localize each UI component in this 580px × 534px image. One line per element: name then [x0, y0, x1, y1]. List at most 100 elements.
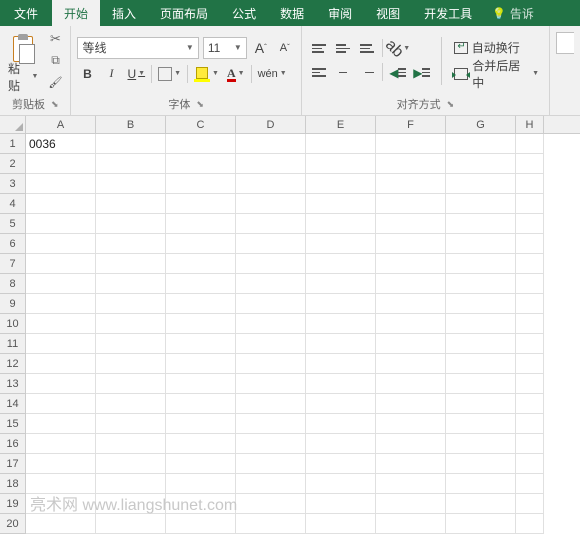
cell[interactable] [166, 354, 236, 374]
cell[interactable] [516, 334, 544, 354]
cell[interactable] [96, 374, 166, 394]
row-header[interactable]: 17 [0, 454, 26, 474]
font-size-combo[interactable]: 11▼ [203, 37, 247, 59]
row-header[interactable]: 6 [0, 234, 26, 254]
decrease-indent-button[interactable]: ◀ [387, 63, 409, 83]
cell[interactable] [26, 254, 96, 274]
cell[interactable] [236, 354, 306, 374]
cell[interactable] [166, 434, 236, 454]
cell[interactable] [236, 214, 306, 234]
cell[interactable] [236, 294, 306, 314]
tab-developer[interactable]: 开发工具 [412, 0, 484, 26]
cell[interactable] [96, 174, 166, 194]
align-bottom-button[interactable] [356, 39, 378, 59]
cell[interactable] [236, 194, 306, 214]
cell[interactable] [516, 274, 544, 294]
cell[interactable] [26, 294, 96, 314]
cell[interactable] [236, 274, 306, 294]
align-right-button[interactable] [356, 63, 378, 83]
row-header[interactable]: 20 [0, 514, 26, 534]
cell[interactable] [96, 514, 166, 534]
cell[interactable] [26, 194, 96, 214]
cell[interactable] [446, 194, 516, 214]
cell[interactable] [306, 474, 376, 494]
cell[interactable] [236, 494, 306, 514]
cell[interactable] [236, 374, 306, 394]
row-header[interactable]: 4 [0, 194, 26, 214]
align-launcher-icon[interactable]: ⬊ [447, 99, 455, 110]
cell[interactable] [376, 274, 446, 294]
cell[interactable] [376, 374, 446, 394]
cell[interactable] [166, 474, 236, 494]
cell[interactable] [26, 234, 96, 254]
cell[interactable] [306, 294, 376, 314]
cell[interactable] [26, 154, 96, 174]
cell[interactable] [166, 334, 236, 354]
cell[interactable] [446, 254, 516, 274]
clipboard-launcher-icon[interactable]: ⬊ [51, 99, 59, 110]
cell[interactable] [166, 154, 236, 174]
cell[interactable] [306, 274, 376, 294]
row-header[interactable]: 3 [0, 174, 26, 194]
row-header[interactable]: 9 [0, 294, 26, 314]
cell[interactable] [166, 514, 236, 534]
cell[interactable] [96, 414, 166, 434]
cell[interactable]: 0036 [26, 134, 96, 154]
row-header[interactable]: 10 [0, 314, 26, 334]
cell[interactable] [26, 354, 96, 374]
italic-button[interactable]: I [101, 63, 121, 85]
cell[interactable] [236, 254, 306, 274]
cell[interactable] [376, 234, 446, 254]
cell[interactable] [166, 294, 236, 314]
cell[interactable] [516, 514, 544, 534]
orientation-button[interactable]: ab▼ [387, 39, 409, 59]
cell[interactable] [166, 394, 236, 414]
cell[interactable] [96, 394, 166, 414]
column-header[interactable]: D [236, 116, 306, 133]
cell[interactable] [516, 314, 544, 334]
cell[interactable] [166, 134, 236, 154]
cell[interactable] [306, 214, 376, 234]
cell[interactable] [96, 274, 166, 294]
column-header[interactable]: H [516, 116, 544, 133]
cell[interactable] [516, 134, 544, 154]
tab-home[interactable]: 开始 [52, 0, 100, 26]
phonetic-button[interactable]: wén▼ [256, 63, 289, 85]
cell[interactable] [446, 434, 516, 454]
cell[interactable] [236, 454, 306, 474]
tab-file[interactable]: 文件 [0, 0, 52, 26]
cell[interactable] [96, 334, 166, 354]
cell[interactable] [26, 454, 96, 474]
select-all-corner[interactable] [0, 116, 26, 133]
cell[interactable] [446, 314, 516, 334]
tell-me[interactable]: 告诉 [484, 0, 542, 26]
cell[interactable] [166, 314, 236, 334]
cell[interactable] [96, 494, 166, 514]
cell[interactable] [306, 494, 376, 514]
cell[interactable] [166, 254, 236, 274]
cell[interactable] [306, 414, 376, 434]
cell[interactable] [166, 454, 236, 474]
row-header[interactable]: 8 [0, 274, 26, 294]
align-top-button[interactable] [308, 39, 330, 59]
row-header[interactable]: 7 [0, 254, 26, 274]
cell[interactable] [516, 214, 544, 234]
cell[interactable] [306, 334, 376, 354]
cell[interactable] [236, 174, 306, 194]
font-color-button[interactable]: A▼ [225, 63, 247, 85]
cell[interactable] [96, 154, 166, 174]
row-header[interactable]: 19 [0, 494, 26, 514]
cell[interactable] [306, 194, 376, 214]
align-center-button[interactable] [332, 63, 354, 83]
cell[interactable] [166, 374, 236, 394]
font-launcher-icon[interactable]: ⬊ [196, 99, 204, 110]
cell[interactable] [376, 354, 446, 374]
cut-button[interactable] [46, 30, 64, 48]
cell[interactable] [516, 394, 544, 414]
column-header[interactable]: A [26, 116, 96, 133]
row-header[interactable]: 11 [0, 334, 26, 354]
cell[interactable] [26, 474, 96, 494]
cell[interactable] [446, 234, 516, 254]
cell[interactable] [26, 494, 96, 514]
cell[interactable] [446, 274, 516, 294]
